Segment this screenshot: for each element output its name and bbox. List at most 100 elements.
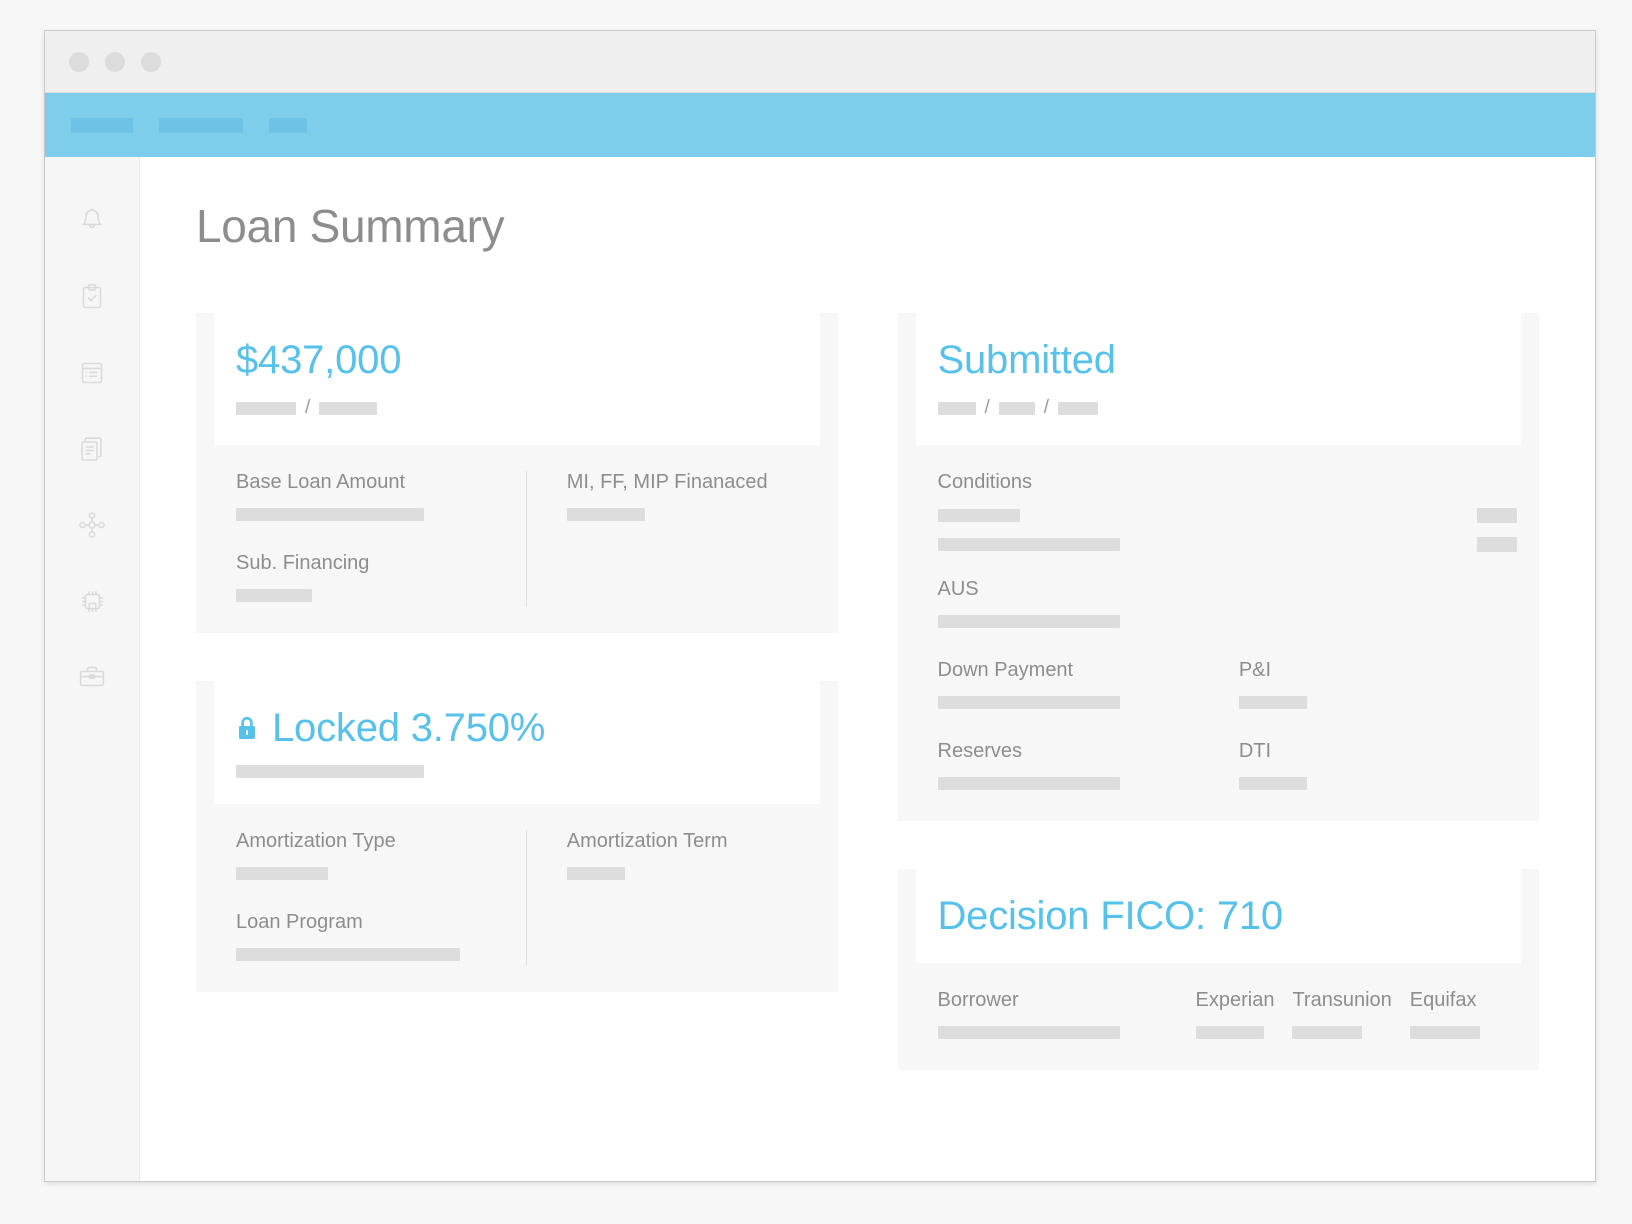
fico-experian-value <box>1195 1026 1275 1044</box>
field-reserves: Reserves <box>937 740 1239 795</box>
value-placeholder <box>236 589 312 602</box>
value-placeholder <box>236 948 460 961</box>
field-pi: P&I <box>1238 659 1517 714</box>
field-base-loan-amount-label: Base Loan Amount <box>236 471 406 493</box>
field-reserves-label: Reserves <box>937 740 1022 762</box>
window-close-button[interactable] <box>69 51 89 72</box>
rate-lock-sub-placeholder-1 <box>236 765 424 778</box>
sidebar-item-application[interactable] <box>45 335 139 411</box>
sidebar-item-workflow[interactable] <box>45 487 139 563</box>
fico-transunion-label: Transunion <box>1292 989 1392 1011</box>
field-dti: DTI <box>1238 740 1517 795</box>
status-sub-placeholder-2 <box>998 401 1035 415</box>
status-headline: Submitted <box>937 338 1117 382</box>
loan-amount-subline: / <box>236 397 798 419</box>
left-column: $437,000 / Base Loan Amount Sub. Financi… <box>196 295 838 1040</box>
field-amortization-type-label: Amortization Type <box>236 830 396 852</box>
status-sub-separator-2: / <box>1043 397 1050 418</box>
status-card-header: Submitted / / <box>915 313 1521 445</box>
loan-amount-sub-placeholder-1 <box>236 401 296 415</box>
lock-icon <box>239 716 255 739</box>
sidebar-item-documents[interactable] <box>45 411 139 487</box>
value-placeholder <box>937 696 1120 709</box>
rate-lock-card: Locked 3.750% Amortization Type Loan Pro… <box>196 681 838 992</box>
field-row-reserves-dti: Reserves DTI <box>937 740 1518 795</box>
sidebar-item-automation[interactable] <box>45 563 139 639</box>
sidebar-item-notifications[interactable] <box>45 183 139 259</box>
field-mi-ff-mip-financed-value <box>566 508 816 526</box>
rate-lock-headline-row: Locked 3.750% <box>236 707 798 749</box>
status-sub-separator-1: / <box>984 397 990 418</box>
fico-equifax-label: Equifax <box>1409 989 1477 1011</box>
window-titlebar <box>45 31 1595 93</box>
loan-amount-card-header: $437,000 / <box>214 313 820 445</box>
loan-amount-headline: $437,000 <box>236 338 402 382</box>
loan-amount-left-fields: Base Loan Amount Sub. Financing <box>236 471 526 607</box>
sidebar-item-tasks[interactable] <box>45 259 139 335</box>
fico-experian-label: Experian <box>1195 989 1275 1011</box>
conditions-badge-2 <box>1477 537 1517 552</box>
value-placeholder <box>1292 1026 1363 1039</box>
window-maximize-button[interactable] <box>141 51 161 72</box>
field-aus: AUS <box>937 578 1518 633</box>
fico-equifax-value <box>1409 1026 1480 1044</box>
conditions-row-1 <box>937 508 1517 523</box>
sidebar-item-portfolio[interactable] <box>45 639 139 715</box>
fico-borrower-value <box>937 1026 1178 1044</box>
status-card: Submitted / / Conditions AUS Down Paymen… <box>897 313 1539 821</box>
bell-icon <box>81 208 103 229</box>
nav-item-placeholder-3[interactable] <box>269 117 307 133</box>
value-placeholder <box>236 867 328 880</box>
nav-item-placeholder-2[interactable] <box>159 117 243 133</box>
status-sub-placeholder-1 <box>937 401 976 415</box>
value-placeholder <box>566 867 625 880</box>
field-loan-program-value <box>236 948 500 966</box>
fico-columns: Borrower Experian Transunion Equifax <box>937 989 1518 1044</box>
field-base-loan-amount: Base Loan Amount <box>236 471 500 526</box>
field-row-down-payment-pi: Down Payment P&I <box>937 659 1518 714</box>
fico-borrower-label: Borrower <box>937 989 1019 1011</box>
field-amortization-term-value <box>566 867 816 885</box>
window-minimize-button[interactable] <box>105 51 125 72</box>
field-reserves-value <box>937 777 1239 795</box>
rate-lock-right-fields: Amortization Term <box>525 830 816 966</box>
documents-stack-icon <box>81 436 102 461</box>
briefcase-icon <box>79 666 105 687</box>
field-sub-financing-value <box>236 589 500 607</box>
field-down-payment: Down Payment <box>937 659 1239 714</box>
fico-card-header: Decision FICO: 710 <box>915 869 1521 963</box>
loan-amount-card-body: Base Loan Amount Sub. Financing MI, FF, … <box>196 445 838 633</box>
value-placeholder <box>1195 1026 1264 1039</box>
card-grid: $437,000 / Base Loan Amount Sub. Financi… <box>196 295 1539 1118</box>
fico-column-equifax: Equifax <box>1409 989 1480 1044</box>
field-sub-financing: Sub. Financing <box>236 552 500 607</box>
right-column: Submitted / / Conditions AUS Down Paymen… <box>897 295 1539 1118</box>
field-amortization-type: Amortization Type <box>236 830 500 885</box>
field-sub-financing-label: Sub. Financing <box>236 552 370 574</box>
screenshot-root: Loan Summary $437,000 / Base Loan Amount… <box>0 0 1632 1224</box>
value-placeholder <box>236 508 424 521</box>
conditions-badge-1 <box>1477 508 1517 523</box>
fico-card: Decision FICO: 710 Borrower Experian Tra… <box>897 869 1539 1070</box>
field-conditions: Conditions <box>937 471 1517 552</box>
rate-lock-subline <box>236 765 798 778</box>
field-aus-label: AUS <box>937 578 979 600</box>
status-sub-placeholder-3 <box>1058 401 1099 415</box>
field-amortization-term-label: Amortization Term <box>566 830 728 852</box>
value-placeholder <box>1238 777 1307 790</box>
page-title: Loan Summary <box>196 200 505 252</box>
field-amortization-type-value <box>236 867 500 885</box>
conditions-row-2 <box>937 537 1517 552</box>
value-placeholder <box>937 777 1120 790</box>
fico-column-experian: Experian <box>1195 989 1275 1044</box>
value-placeholder <box>937 1026 1120 1039</box>
chip-icon <box>81 590 103 612</box>
field-base-loan-amount-value <box>236 508 500 526</box>
nav-item-placeholder-1[interactable] <box>71 117 133 133</box>
browser-window: Loan Summary $437,000 / Base Loan Amount… <box>44 30 1596 1182</box>
loan-amount-sub-separator-1: / <box>305 397 311 418</box>
fico-column-transunion: Transunion <box>1292 989 1392 1044</box>
rate-lock-card-header: Locked 3.750% <box>214 681 820 804</box>
rate-lock-left-fields: Amortization Type Loan Program <box>236 830 526 966</box>
field-pi-value <box>1238 696 1517 714</box>
